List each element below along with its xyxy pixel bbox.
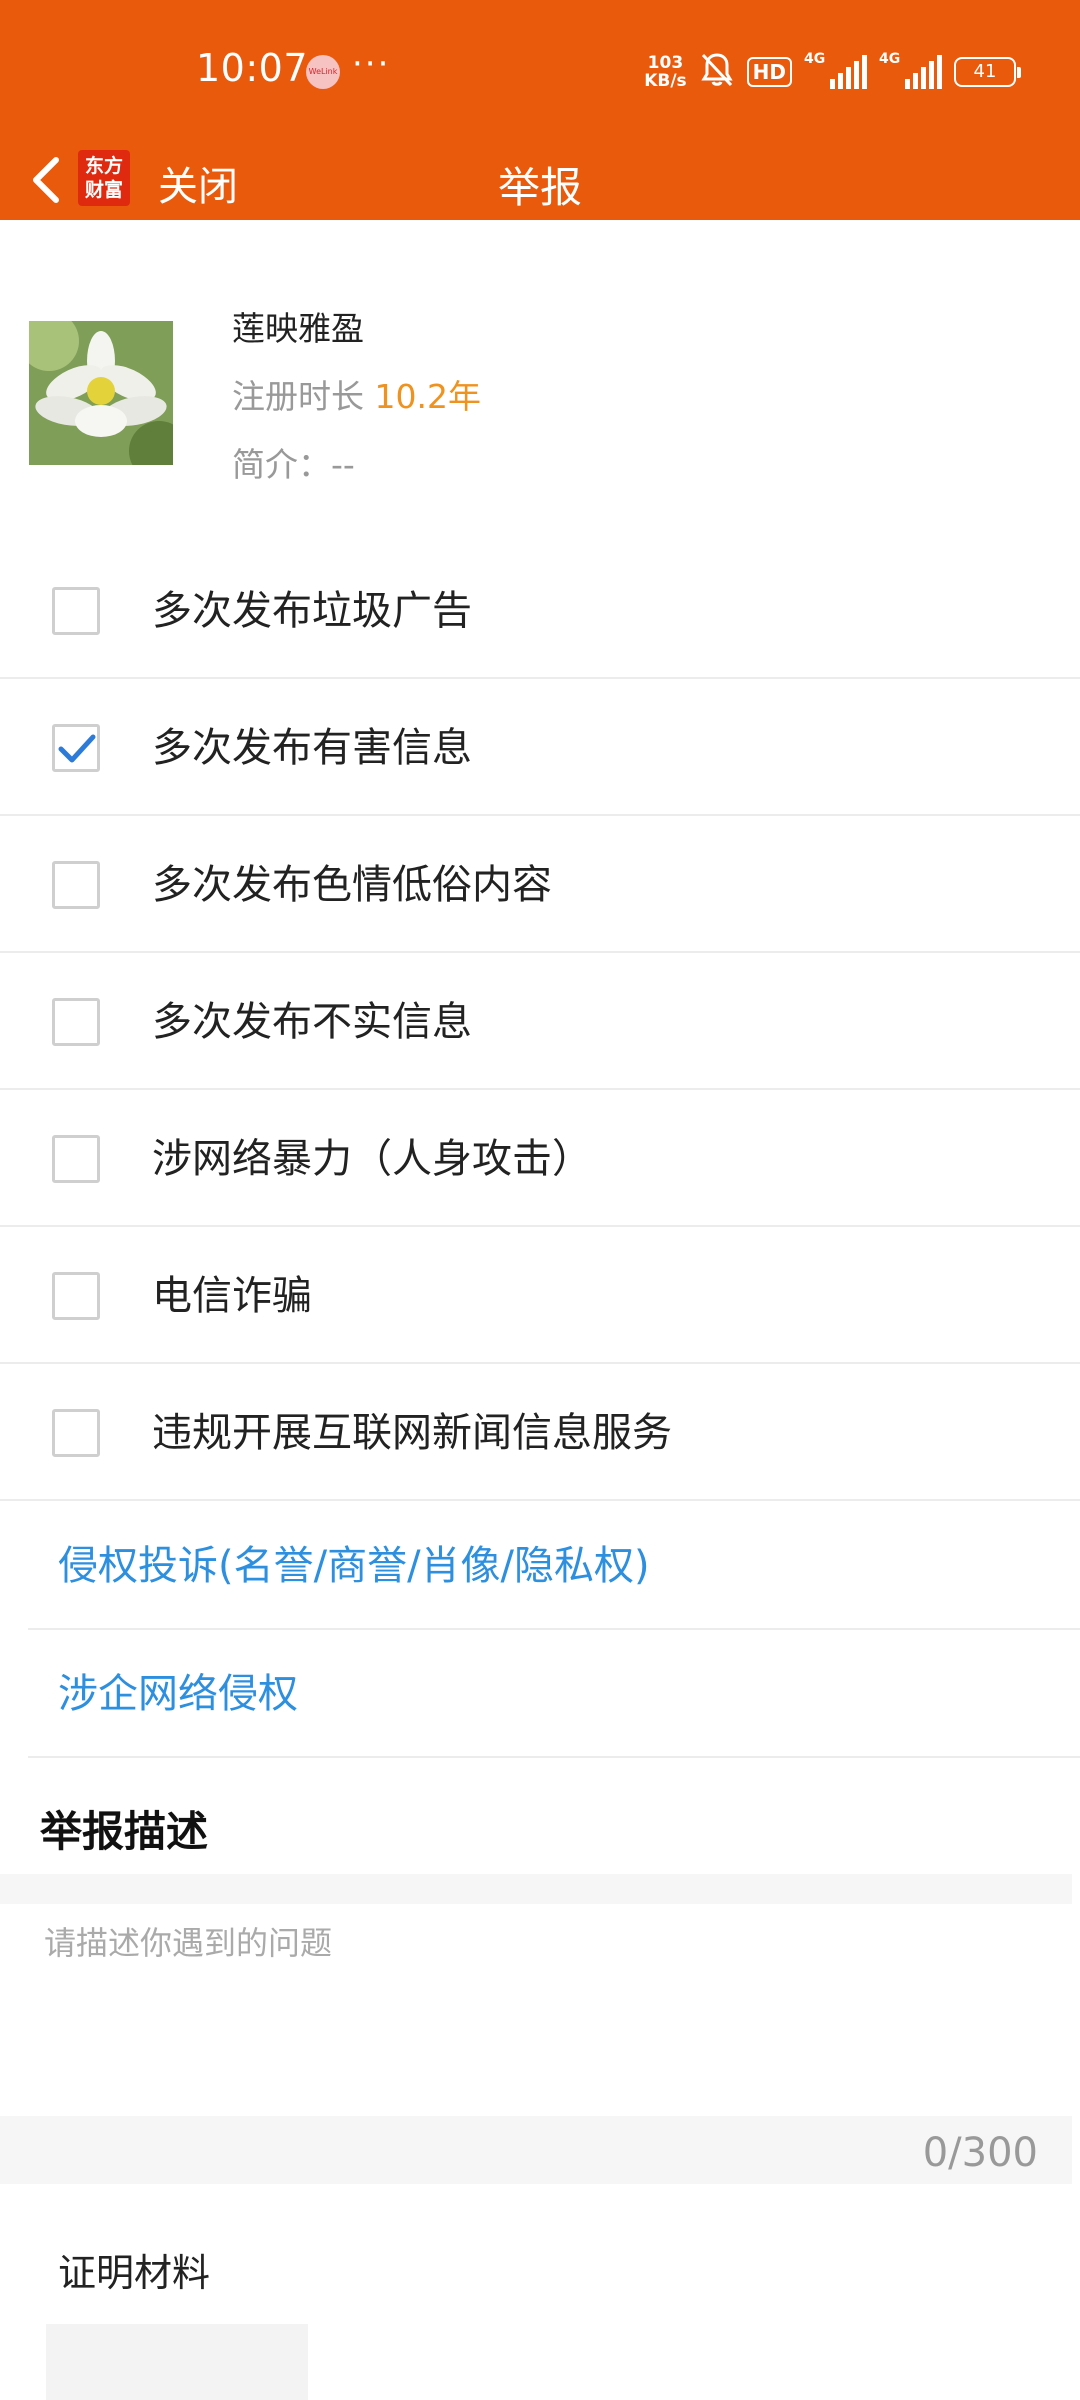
checkbox[interactable] [52, 587, 100, 635]
report-option[interactable]: 多次发布不实信息 [0, 954, 1080, 1090]
avatar [29, 321, 173, 465]
report-option-label: 多次发布不实信息 [152, 999, 472, 1045]
report-option-label: 涉网络暴力（人身攻击） [152, 1136, 592, 1182]
checkbox[interactable] [52, 1272, 100, 1320]
checkbox[interactable] [52, 861, 100, 909]
hd-icon: HD [746, 57, 792, 87]
net-speed-value: 103 [647, 53, 684, 73]
report-option-label: 多次发布色情低俗内容 [152, 862, 552, 908]
network-type-2: 4G [879, 51, 901, 67]
report-option[interactable]: 多次发布有害信息 [0, 680, 1080, 816]
checkbox[interactable] [52, 1135, 100, 1183]
character-counter: 0/300 [922, 2130, 1038, 2176]
description-top-band [0, 1874, 1072, 1904]
checkbox[interactable] [52, 1409, 100, 1457]
description-textarea[interactable]: 请描述你遇到的问题 [0, 1904, 1072, 2116]
battery-level: 41 [973, 61, 997, 82]
report-option-label: 多次发布垃圾广告 [152, 588, 472, 634]
bell-muted-icon [699, 51, 735, 93]
description-counter-bar: 0/300 [0, 2116, 1072, 2184]
report-option[interactable]: 违规开展互联网新闻信息服务 [0, 1365, 1080, 1501]
registration-label: 注册时长 [232, 377, 364, 416]
enterprise-infringement-label[interactable]: 涉企网络侵权 [58, 1670, 298, 1718]
status-bar: 10:07 WeLink ··· 103 KB/s HD 4G 4G 41 [0, 0, 1080, 140]
status-indicators: 103 KB/s HD 4G 4G 41 [644, 50, 1021, 94]
report-option[interactable]: 涉网络暴力（人身攻击） [0, 1091, 1080, 1227]
status-time: 10:07 [196, 46, 309, 90]
report-option[interactable]: 多次发布垃圾广告 [0, 543, 1080, 679]
report-option-label: 多次发布有害信息 [152, 725, 472, 771]
report-option-label: 电信诈骗 [152, 1273, 312, 1319]
infringement-complaint-label[interactable]: 侵权投诉(名誉/商誉/肖像/隐私权) [58, 1542, 650, 1590]
upload-proof-button[interactable] [46, 2324, 308, 2400]
signal-strength-icon-1: 4G [804, 51, 867, 89]
report-option-label: 违规开展互联网新闻信息服务 [152, 1410, 672, 1456]
report-option[interactable]: 电信诈骗 [0, 1228, 1080, 1364]
report-option[interactable]: 多次发布色情低俗内容 [0, 817, 1080, 953]
checkbox[interactable] [52, 998, 100, 1046]
net-speed: 103 KB/s [644, 54, 686, 90]
more-notifications-icon: ··· [352, 44, 391, 84]
signal-strength-icon-2: 4G [879, 51, 942, 89]
nav-bar: 东方 财富 关闭 举报 [0, 140, 1080, 220]
bio-label: 简介： [232, 445, 331, 484]
checkmark-icon [58, 734, 96, 763]
net-speed-unit: KB/s [644, 71, 687, 91]
enterprise-infringement-link[interactable]: 涉企网络侵权 [28, 1630, 1080, 1758]
battery-icon: 41 [954, 57, 1021, 87]
network-type-1: 4G [804, 51, 826, 67]
bio-value: -- [331, 445, 355, 484]
welink-notification-icon: WeLink [306, 55, 340, 89]
infringement-complaint-link[interactable]: 侵权投诉(名誉/商誉/肖像/隐私权) [28, 1502, 1080, 1630]
registration-duration: 注册时长 10.2年 [232, 370, 481, 418]
user-bio: 简介：-- [232, 438, 355, 486]
proof-materials-title: 证明材料 [58, 2251, 211, 2295]
description-placeholder: 请描述你遇到的问题 [44, 1924, 333, 1962]
checkbox-checked[interactable] [52, 724, 100, 772]
description-section-title: 举报描述 [40, 1807, 209, 1856]
user-name: 莲映雅盈 [232, 309, 364, 348]
page-title: 举报 [497, 163, 582, 212]
registration-value: 10.2年 [374, 377, 481, 416]
